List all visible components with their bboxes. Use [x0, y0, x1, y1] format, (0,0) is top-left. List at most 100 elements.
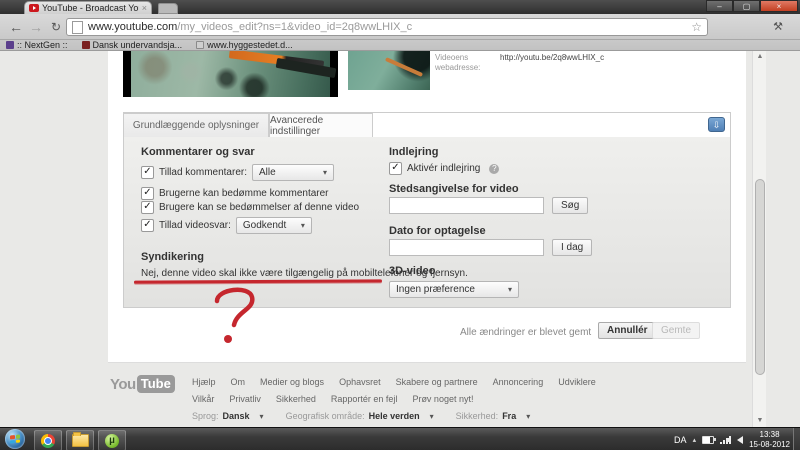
taskbar-utorrent-button[interactable]: µ	[98, 430, 126, 450]
folder-icon	[71, 432, 89, 447]
bookmark-favicon-icon	[6, 41, 14, 49]
footer-selectors-row: Sprog: Dansk ▾ Geografisk område: Hele v…	[192, 411, 530, 421]
bookmark-favicon-icon	[81, 41, 90, 49]
footer-link-annoncering[interactable]: Annoncering	[493, 377, 544, 387]
location-search-button[interactable]: Søg	[552, 197, 589, 214]
geo-selector[interactable]: Geografisk område: Hele verden ▾	[286, 411, 434, 421]
tab-advanced-settings[interactable]: Avancerede indstillinger	[269, 113, 373, 138]
system-tray: DA ▴ 13:38 15-08-2012	[674, 428, 790, 450]
video-webaddress-url[interactable]: http://youtu.be/2q8wwLHIX_c	[500, 53, 604, 62]
footer-link-om[interactable]: Om	[231, 377, 246, 387]
tab-basic-info[interactable]: Grundlæggende oplysninger	[123, 113, 269, 138]
chevron-down-icon: ▾	[507, 285, 512, 294]
safety-label: Sikkerhed:	[455, 411, 499, 421]
clock-time: 13:38	[759, 429, 780, 439]
settings-body: Kommentarer og svar ✓ Tillad kommentarer…	[123, 137, 731, 343]
date-today-button[interactable]: I dag	[552, 239, 593, 256]
youtube-favicon-icon	[29, 4, 39, 12]
keyboard-language-indicator[interactable]: DA	[674, 435, 687, 445]
help-icon[interactable]: ?	[489, 163, 500, 174]
rate-comments-label: Brugerne kan bedømme kommentarer	[159, 188, 329, 199]
bookmark-dansk-undervandsjagt[interactable]: Dansk undervandsja...	[81, 40, 183, 50]
tab-close-icon[interactable]: ×	[142, 3, 147, 13]
chrome-menu-wrench-icon[interactable]: ⚒	[766, 18, 790, 36]
footer-link-privatliv[interactable]: Privatliv	[229, 394, 261, 404]
chevron-down-icon: ▾	[322, 168, 327, 177]
footer-link-skabere[interactable]: Skabere og partnere	[396, 377, 478, 387]
battery-icon[interactable]	[702, 435, 717, 444]
bookmark-nextgen[interactable]: :: NextGen ::	[6, 40, 68, 50]
taskbar-clock[interactable]: 13:38 15-08-2012	[749, 430, 790, 450]
dropdown-value: Godkendt	[242, 220, 287, 231]
browser-tab[interactable]: YouTube - Broadcast You... ×	[24, 1, 152, 14]
allow-comments-row: ✓ Tillad kommentarer: Alle ▾	[141, 164, 334, 181]
footer-link-prov-nyt[interactable]: Prøv noget nyt!	[412, 394, 473, 404]
location-input[interactable]	[389, 197, 544, 214]
video-responses-label: Tillad videosvar:	[159, 220, 231, 231]
see-ratings-checkbox[interactable]: ✓	[141, 201, 154, 214]
scrollbar-thumb[interactable]	[755, 179, 765, 375]
url-text[interactable]: www.youtube.com/my_videos_edit?ns=1&vide…	[88, 21, 686, 33]
allow-comments-checkbox[interactable]: ✓	[141, 166, 154, 179]
reload-button[interactable]: ↻	[46, 17, 66, 37]
speaker-icon[interactable]	[728, 435, 744, 444]
footer-link-rapporter[interactable]: Rapportér en fejl	[331, 394, 398, 404]
date-input[interactable]	[389, 239, 544, 256]
scroll-down-icon[interactable]: ▼	[753, 415, 767, 427]
chevron-down-icon: ▾	[300, 221, 305, 230]
cancel-button[interactable]: Annullér	[598, 322, 657, 339]
footer-link-sikkerhed[interactable]: Sikkerhed	[276, 394, 316, 404]
footer-link-vilkaar[interactable]: Vilkår	[192, 394, 214, 404]
settings-panel: Grundlæggende oplysninger Avancerede ind…	[123, 112, 731, 343]
enable-embedding-checkbox[interactable]: ✓	[389, 162, 402, 175]
three-d-heading: 3D-video	[389, 265, 436, 277]
footer-link-ophavsret[interactable]: Ophavsret	[339, 377, 381, 387]
minimize-button[interactable]: –	[706, 0, 733, 12]
rate-comments-row: ✓ Brugerne kan bedømme kommentarer	[141, 187, 329, 200]
restore-button[interactable]: ▢	[733, 0, 760, 12]
chrome-icon	[41, 433, 55, 448]
url-bar[interactable]: www.youtube.com/my_videos_edit?ns=1&vide…	[66, 18, 708, 36]
scroll-up-icon[interactable]: ▲	[753, 51, 767, 63]
location-heading: Stedsangivelse for video	[389, 183, 519, 195]
download-icon[interactable]: ⇩	[708, 117, 725, 132]
footer-link-udviklere[interactable]: Udviklere	[558, 377, 596, 387]
video-player-thumbnail[interactable]	[123, 51, 338, 97]
video-responses-checkbox[interactable]: ✓	[141, 219, 154, 232]
safety-selector[interactable]: Sikkerhed: Fra ▾	[456, 411, 531, 421]
youtube-edit-page: Videoens webadresse: http://youtu.be/2q8…	[0, 51, 800, 427]
back-button[interactable]: ←	[6, 17, 26, 37]
start-button[interactable]	[5, 429, 25, 449]
allow-comments-dropdown[interactable]: Alle ▾	[252, 164, 334, 181]
bookmark-hyggestedet[interactable]: www.hyggestedet.d...	[196, 40, 293, 50]
close-button[interactable]: ×	[760, 0, 798, 12]
language-value: Dansk	[222, 411, 250, 421]
chevron-down-icon: ▾	[259, 411, 264, 421]
language-label: Sprog:	[192, 411, 219, 421]
bookmark-label: Dansk undervandsja...	[92, 40, 183, 50]
footer-link-hjaelp[interactable]: Hjælp	[192, 377, 216, 387]
rate-comments-checkbox[interactable]: ✓	[141, 187, 154, 200]
embedding-heading: Indlejring	[389, 146, 439, 158]
new-tab-button[interactable]	[158, 3, 178, 14]
footer-links-row2: Vilkår Privatliv Sikkerhed Rapportér en …	[192, 394, 473, 404]
browser-titlebar: YouTube - Broadcast You... × – ▢ ×	[0, 0, 800, 14]
bookmark-star-icon[interactable]: ☆	[691, 20, 702, 34]
footer-link-medier[interactable]: Medier og blogs	[260, 377, 324, 387]
dropdown-value: Alle	[259, 167, 276, 178]
language-selector[interactable]: Sprog: Dansk ▾	[192, 411, 264, 421]
thumbnail-detail	[384, 57, 424, 77]
settings-tabbar: Grundlæggende oplysninger Avancerede ind…	[123, 112, 731, 138]
three-d-dropdown[interactable]: Ingen præference ▾	[389, 281, 519, 298]
save-status-text: Alle ændringer er blevet gemt	[460, 327, 592, 338]
show-desktop-button[interactable]	[793, 428, 800, 450]
video-responses-dropdown[interactable]: Godkendt ▾	[235, 217, 312, 234]
page-scrollbar[interactable]: ▲ ▼	[752, 51, 766, 427]
video-webaddress-label: Videoens webadresse:	[435, 53, 481, 73]
taskbar-explorer-button[interactable]	[66, 430, 94, 450]
youtube-footer-logo[interactable]: You Tube	[110, 375, 175, 393]
video-small-thumbnail[interactable]	[348, 51, 430, 90]
geo-label: Geografisk område:	[285, 411, 365, 421]
hidden-icons-chevron-icon[interactable]: ▴	[693, 436, 697, 444]
taskbar-chrome-button[interactable]	[34, 430, 62, 450]
